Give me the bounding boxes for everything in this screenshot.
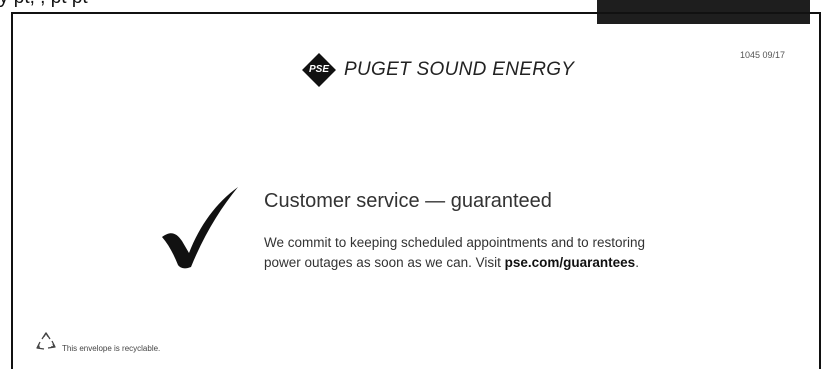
logo-mark-text: PSE — [308, 64, 329, 75]
description-line-1: We commit to keeping scheduled appointme… — [264, 235, 645, 250]
logo-name: PUGET SOUND ENERGY — [344, 59, 575, 80]
guarantees-link[interactable]: pse.com/guarantees — [505, 255, 636, 270]
recycle-icon — [36, 332, 56, 350]
pse-logo-mark: PSE — [302, 53, 336, 87]
clipped-top-text-content: y pt, , pt pt — [0, 0, 88, 9]
description-period: . — [635, 255, 639, 270]
guarantee-description: We commit to keeping scheduled appointme… — [264, 233, 684, 273]
form-code: 1045 09/17 — [740, 50, 786, 60]
description-line-2: power outages as soon as we can. Visit — [264, 255, 505, 270]
recyclable-note: This envelope is recyclable. — [62, 344, 161, 353]
pse-logo: PSE PUGET SOUND ENERGY — [302, 52, 574, 88]
page-heading: Customer service — guaranteed — [264, 190, 552, 212]
checkmark-icon — [162, 187, 238, 269]
